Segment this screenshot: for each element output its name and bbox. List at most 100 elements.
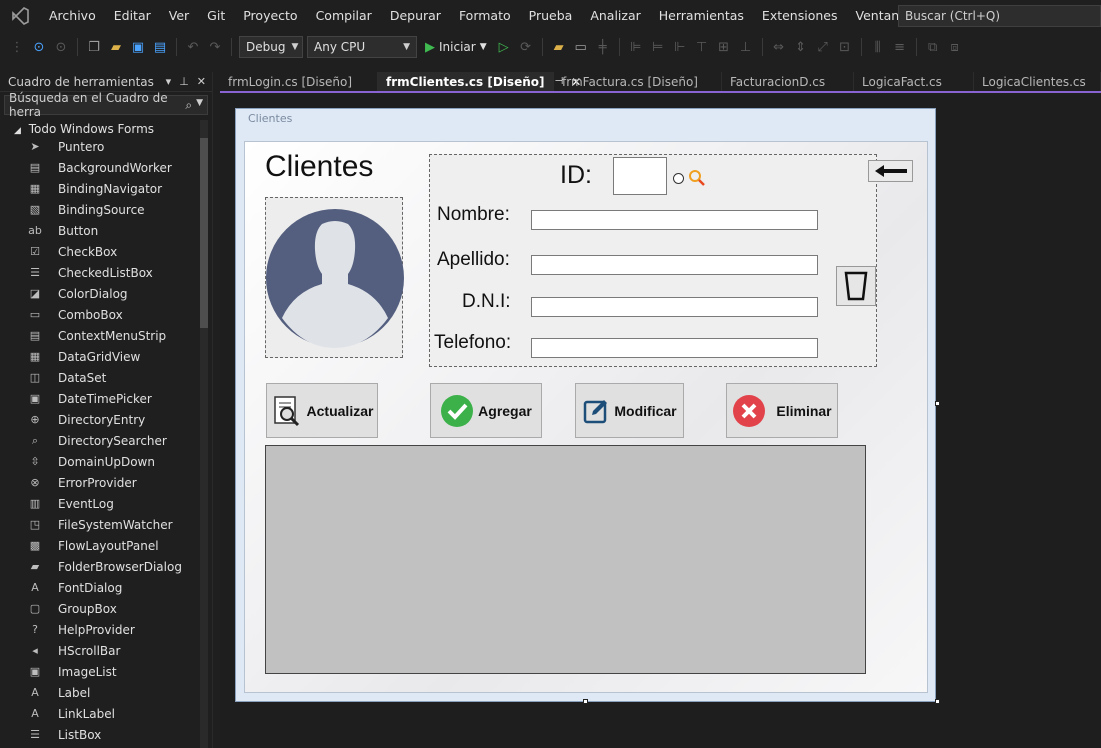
dropdown-icon[interactable]: ▾	[166, 75, 172, 88]
toolbox-item-checkedlistbox[interactable]: ☰ CheckedListBox	[0, 262, 200, 283]
form-window[interactable]: Clientes Clientes ID: Nombre: Apellido: …	[235, 108, 936, 702]
menu-item-herramientas[interactable]: Herramientas	[650, 0, 753, 32]
id-input[interactable]	[613, 157, 667, 195]
pin-icon[interactable]: ⊥	[179, 75, 189, 88]
size-to-grid-icon[interactable]: ⊡	[836, 38, 854, 56]
tab-3[interactable]: FacturacionD.cs	[722, 72, 854, 91]
toolbox-item-directorysearcher[interactable]: ⌕ DirectorySearcher	[0, 430, 200, 451]
align-bottom-icon[interactable]: ⊥	[737, 38, 755, 56]
menu-item-git[interactable]: Git	[198, 0, 234, 32]
start-button[interactable]: ▶ Iniciar ▼	[421, 40, 491, 55]
toolbox-item-fontdialog[interactable]: A FontDialog	[0, 577, 200, 598]
tab-5[interactable]: LogicaClientes.cs	[974, 72, 1101, 91]
toolbox-item-contextmenustrip[interactable]: ▤ ContextMenuStrip	[0, 325, 200, 346]
toolbox-item-colordialog[interactable]: ◪ ColorDialog	[0, 283, 200, 304]
toolbox-search-input[interactable]: Búsqueda en el Cuadro de herra ⌕ ▼	[4, 91, 208, 119]
same-height-icon[interactable]: ⇕	[792, 38, 810, 56]
clientes-data-grid[interactable]	[265, 445, 866, 674]
back-button[interactable]	[868, 160, 913, 182]
menu-item-depurar[interactable]: Depurar	[381, 0, 450, 32]
toolbox-item-dataset[interactable]: ◫ DataSet	[0, 367, 200, 388]
menu-item-formato[interactable]: Formato	[450, 0, 520, 32]
toolbox-item-domainupdown[interactable]: ⇳ DomainUpDown	[0, 451, 200, 472]
hot-reload-icon[interactable]: ⟳	[517, 38, 535, 56]
close-icon[interactable]: ✕	[197, 75, 206, 88]
toolbox-scrollbar[interactable]	[200, 120, 208, 748]
toolbox-item-listbox[interactable]: ☰ ListBox	[0, 724, 200, 745]
align-right-icon[interactable]: ⊩	[671, 38, 689, 56]
platform-select[interactable]: Any CPU ▼	[307, 36, 417, 58]
resize-handle-right[interactable]	[935, 401, 940, 406]
menu-item-prueba[interactable]: Prueba	[520, 0, 582, 32]
toolbox-group-header[interactable]: ◢ Todo Windows Forms	[0, 118, 212, 136]
vertical-spacing-icon[interactable]: ≡	[891, 38, 909, 56]
search-radio-button[interactable]	[673, 173, 684, 184]
toolbox-item-linklabel[interactable]: A LinkLabel	[0, 703, 200, 724]
apellido-field[interactable]	[531, 255, 818, 275]
toolbox-item-puntero[interactable]: ➤ Puntero	[0, 136, 200, 157]
chevron-down-icon[interactable]: ▼	[196, 98, 203, 113]
menu-item-proyecto[interactable]: Proyecto	[234, 0, 306, 32]
menu-item-archivo[interactable]: Archivo	[40, 0, 105, 32]
forward-icon[interactable]: ⊙	[52, 38, 70, 56]
save-icon[interactable]: ▣	[129, 38, 147, 56]
toolbox-item-imagelist[interactable]: ▣ ImageList	[0, 661, 200, 682]
align-grid-icon[interactable]: ╪	[594, 38, 612, 56]
toolbox-item-eventlog[interactable]: ▥ EventLog	[0, 493, 200, 514]
visual-studio-logo-icon[interactable]	[0, 0, 40, 32]
modificar-button[interactable]: Modificar	[575, 383, 684, 438]
window-layout-icon[interactable]: ▭	[572, 38, 590, 56]
toolbox-item-datagridview[interactable]: ▦ DataGridView	[0, 346, 200, 367]
toolbox-item-flowlayoutpanel[interactable]: ▩ FlowLayoutPanel	[0, 535, 200, 556]
toolbox-item-groupbox[interactable]: ▢ GroupBox	[0, 598, 200, 619]
open-folder-icon[interactable]: ▰	[107, 38, 125, 56]
back-icon[interactable]: ⊙	[30, 38, 48, 56]
menu-item-extensiones[interactable]: Extensiones	[753, 0, 847, 32]
toolbox-item-label[interactable]: A Label	[0, 682, 200, 703]
toolbox-item-hscrollbar[interactable]: ◂ HScrollBar	[0, 640, 200, 661]
dni-field[interactable]	[531, 297, 818, 317]
align-left-icon[interactable]: ⊫	[627, 38, 645, 56]
toolbox-item-filesystemwatcher[interactable]: ◳ FileSystemWatcher	[0, 514, 200, 535]
new-project-icon[interactable]: ❐	[85, 38, 103, 56]
actualizar-button[interactable]: Actualizar	[266, 383, 378, 438]
toolbox-item-datetimepicker[interactable]: ▣ DateTimePicker	[0, 388, 200, 409]
toolbox-item-bindingsource[interactable]: ▧ BindingSource	[0, 199, 200, 220]
tab-0[interactable]: frmLogin.cs [Diseño]	[220, 72, 378, 91]
resize-handle-corner[interactable]	[935, 699, 940, 704]
toolbox-item-errorprovider[interactable]: ⊗ ErrorProvider	[0, 472, 200, 493]
undo-icon[interactable]: ↶	[184, 38, 202, 56]
menu-item-analizar[interactable]: Analizar	[581, 0, 649, 32]
toolbox-item-directoryentry[interactable]: ⊕ DirectoryEntry	[0, 409, 200, 430]
toolbox-item-helpprovider[interactable]: ? HelpProvider	[0, 619, 200, 640]
horizontal-spacing-icon[interactable]: ⫼	[869, 38, 887, 56]
search-icon[interactable]	[688, 169, 706, 190]
start-without-debug-icon[interactable]: ▷	[495, 38, 513, 56]
redo-icon[interactable]: ↷	[206, 38, 224, 56]
toolbox-item-bindingnavigator[interactable]: ▦ BindingNavigator	[0, 178, 200, 199]
clear-button[interactable]	[836, 266, 876, 306]
profile-picture-box[interactable]	[265, 197, 404, 358]
align-top-icon[interactable]: ⊤	[693, 38, 711, 56]
nombre-field[interactable]	[531, 210, 818, 230]
align-middle-icon[interactable]: ⊞	[715, 38, 733, 56]
tab-4[interactable]: LogicaFact.cs	[854, 72, 974, 91]
agregar-button[interactable]: Agregar	[430, 383, 542, 438]
toolbox-item-backgroundworker[interactable]: ▤ BackgroundWorker	[0, 157, 200, 178]
same-width-icon[interactable]: ⇔	[770, 38, 788, 56]
eliminar-button[interactable]: Eliminar	[726, 383, 838, 438]
send-to-back-icon[interactable]: ⧈	[946, 38, 964, 56]
toolbox-item-combobox[interactable]: ▭ ComboBox	[0, 304, 200, 325]
menu-item-ver[interactable]: Ver	[160, 0, 198, 32]
bring-to-front-icon[interactable]: ⧉	[924, 38, 942, 56]
same-size-icon[interactable]: ⤢	[814, 38, 832, 56]
solution-explorer-icon[interactable]: ▰	[550, 38, 568, 56]
menu-item-compilar[interactable]: Compilar	[307, 0, 381, 32]
save-all-icon[interactable]: ▤	[151, 38, 169, 56]
telefono-field[interactable]	[531, 338, 818, 358]
toolbox-item-checkbox[interactable]: ☑ CheckBox	[0, 241, 200, 262]
tab-2[interactable]: frmFactura.cs [Diseño]	[554, 72, 722, 91]
toolbox-item-button[interactable]: ab Button	[0, 220, 200, 241]
tab-1[interactable]: frmClientes.cs [Diseño] ⊣ ✕	[378, 72, 581, 91]
search-input[interactable]: Buscar (Ctrl+Q)	[898, 5, 1101, 27]
